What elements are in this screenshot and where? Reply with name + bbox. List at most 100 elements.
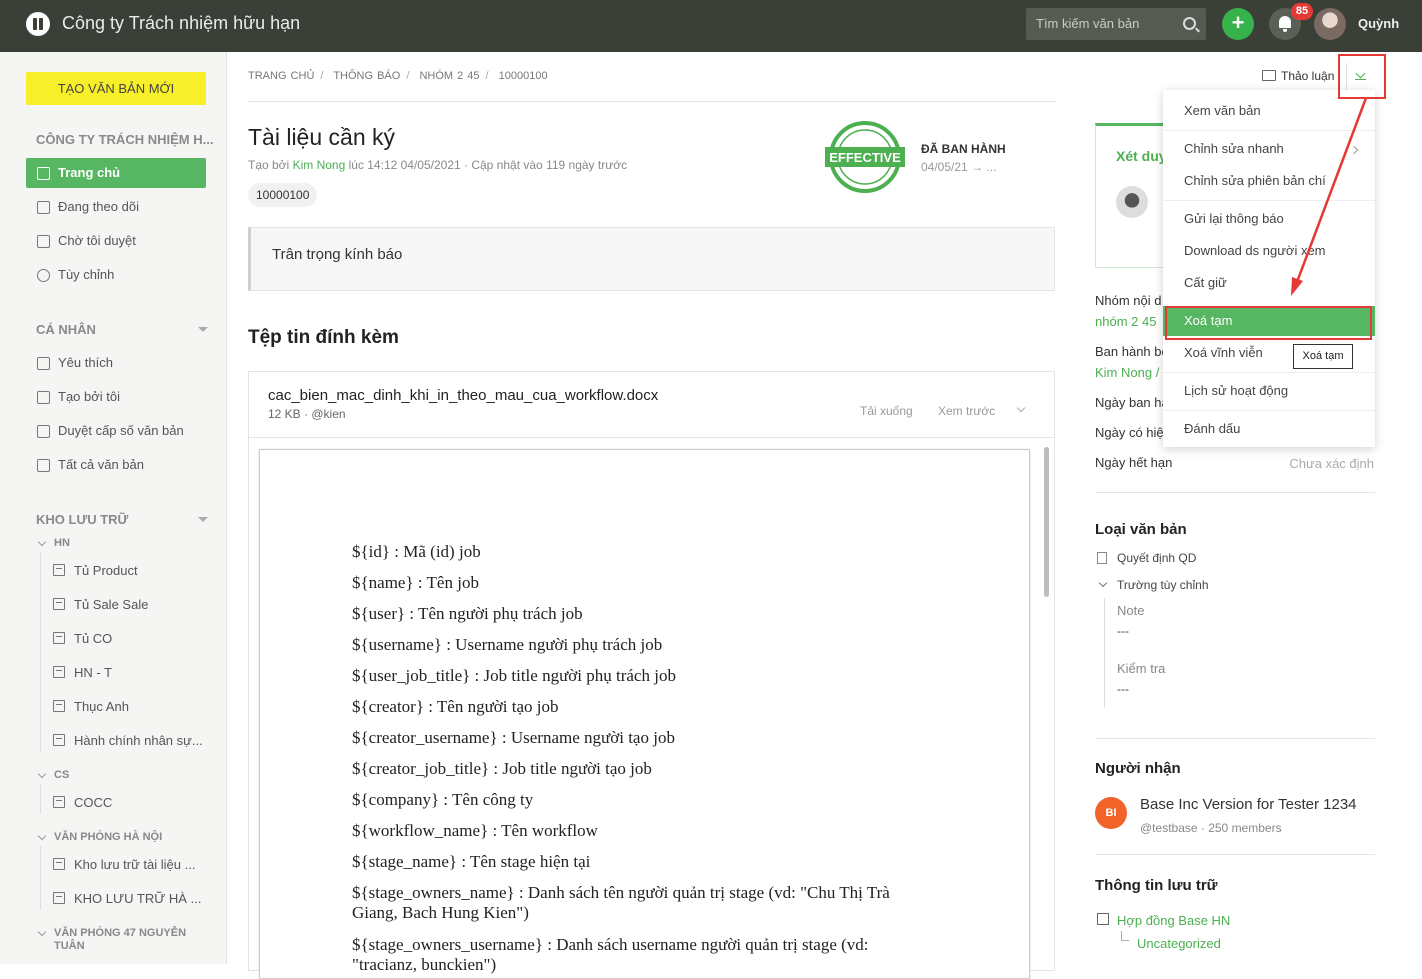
- author-link[interactable]: Kim Nong: [293, 158, 346, 172]
- preview-line: ${creator} : Tên người tạo job: [352, 697, 559, 716]
- group-value[interactable]: nhóm 2 45: [1095, 314, 1156, 329]
- expire-date-value: Chưa xác định: [1289, 456, 1374, 471]
- cabinet-icon: [53, 598, 65, 610]
- storage-group-hn[interactable]: HN: [54, 537, 70, 549]
- preview-scrollbar[interactable]: [1044, 447, 1049, 597]
- status-date: 04/05/21 → ...: [921, 160, 997, 174]
- document-preview[interactable]: ${id} : Mã (id) job ${name} : Tên job ${…: [259, 449, 1030, 979]
- section-label: CÁ NHÂN: [36, 322, 96, 337]
- storage-cabinet-link[interactable]: Hợp đồng Base HN: [1117, 913, 1230, 928]
- storage-item[interactable]: Kho lưu trữ tài liệu ...: [53, 857, 195, 872]
- gear-icon: [37, 269, 50, 282]
- storage-item[interactable]: Tủ CO: [53, 631, 113, 646]
- storage-section-title[interactable]: KHO LƯU TRỮ: [36, 512, 208, 527]
- breadcrumb-item[interactable]: TRANG CHỦ: [248, 70, 314, 82]
- storage-item-label: Tủ Product: [74, 563, 138, 578]
- top-bar: Công ty Trách nhiệm hữu hạn Tìm kiếm văn…: [0, 0, 1422, 52]
- check-label: Kiểm tra: [1117, 661, 1166, 676]
- storage-item[interactable]: COCC: [53, 795, 113, 810]
- effective-stamp: EFFECTIVE: [825, 121, 905, 193]
- file-name[interactable]: cac_bien_mac_dinh_khi_in_theo_mau_cua_wo…: [268, 387, 658, 404]
- storage-category-link[interactable]: Uncategorized: [1137, 936, 1221, 951]
- stamp-text: EFFECTIVE: [829, 150, 901, 165]
- discussion-button[interactable]: Thảo luận: [1262, 69, 1334, 83]
- menu-item-resend-notification[interactable]: Gửi lại thông báo: [1163, 204, 1375, 234]
- storage-item-label: KHO LƯU TRỮ HÀ ...: [74, 891, 202, 906]
- breadcrumb-item[interactable]: THÔNG BÁO: [333, 70, 400, 82]
- storage-item-label: Hành chính nhân sự...: [74, 733, 203, 748]
- sidebar-item-settings[interactable]: Tùy chỉnh: [26, 260, 206, 290]
- cabinet-icon: [53, 632, 65, 644]
- storage-item[interactable]: HN - T: [53, 665, 112, 680]
- chevron-down-icon[interactable]: [1098, 578, 1108, 588]
- menu-item-archive[interactable]: Cất giữ: [1163, 268, 1375, 298]
- custom-fields-toggle[interactable]: Trường tùy chỉnh: [1117, 578, 1209, 592]
- org-selector[interactable]: CÔNG TY TRÁCH NHIỆM H...: [36, 132, 213, 147]
- menu-item-activity-history[interactable]: Lịch sử hoạt động: [1163, 376, 1375, 406]
- storage-item[interactable]: Tủ Product: [53, 563, 138, 578]
- breadcrumb-item[interactable]: 10000100: [499, 70, 548, 82]
- check-value: ---: [1117, 682, 1129, 696]
- storage-group-cs[interactable]: CS: [54, 769, 69, 781]
- download-button[interactable]: Tải xuống: [860, 404, 913, 418]
- sidebar-item-home[interactable]: Trang chủ: [26, 158, 206, 188]
- annotation-highlight-box: [1165, 306, 1372, 340]
- search-icon[interactable]: [1183, 17, 1196, 30]
- divider: [248, 101, 1056, 102]
- message-box: Trân trọng kính báo: [248, 227, 1055, 291]
- storage-item-label: Tủ CO: [74, 631, 113, 646]
- document-type-heading: Loại văn bản: [1095, 521, 1187, 538]
- sidebar-item-all-documents[interactable]: Tất cả văn bản: [26, 450, 206, 480]
- recipients-heading: Người nhận: [1095, 760, 1181, 777]
- sidebar-item-approve-number[interactable]: Duyệt cấp số văn bản: [26, 416, 206, 446]
- storage-group-nguyen-tuan[interactable]: VĂN PHÒNG 47 NGUYỄN TUÂN: [54, 927, 194, 953]
- add-button[interactable]: +: [1222, 8, 1254, 40]
- issuer-value[interactable]: Kim Nong /: [1095, 365, 1159, 380]
- sidebar-item-label: Yêu thích: [58, 355, 113, 370]
- sidebar-item-created-by-me[interactable]: Tạo bởi tôi: [26, 382, 206, 412]
- menu-item-quick-edit[interactable]: Chỉnh sửa nhanh: [1163, 134, 1375, 164]
- search-input[interactable]: Tìm kiếm văn bản: [1026, 8, 1206, 40]
- cabinet-icon: [53, 734, 65, 746]
- storage-item[interactable]: Hành chính nhân sự...: [53, 733, 203, 748]
- cabinet-icon: [53, 700, 65, 712]
- preview-line: ${stage_owners_username} : Danh sách use…: [352, 935, 869, 974]
- storage-item-label: Thục Anh: [74, 699, 129, 714]
- chevron-down-icon[interactable]: [1016, 403, 1026, 413]
- recipient-avatar[interactable]: BI: [1095, 797, 1127, 829]
- preview-line: ${user} : Tên người phụ trách job: [352, 604, 583, 623]
- menu-item-download-viewers[interactable]: Download ds người xem: [1163, 236, 1375, 266]
- recipient-name[interactable]: Base Inc Version for Tester 1234: [1140, 796, 1357, 813]
- personal-section-title[interactable]: CÁ NHÂN: [36, 322, 208, 337]
- breadcrumb-item[interactable]: NHÓM 2 45: [419, 70, 479, 82]
- sidebar-item-pending[interactable]: Chờ tôi duyệt: [26, 226, 206, 256]
- sidebar-item-following[interactable]: Đang theo dõi: [26, 192, 206, 222]
- storage-group-hanoi[interactable]: VĂN PHÒNG HÀ NỘI: [54, 831, 162, 843]
- cabinet-icon: [53, 564, 65, 576]
- sidebar-item-favorites[interactable]: Yêu thích: [26, 348, 206, 378]
- issuer-label: Ban hành bở: [1095, 344, 1171, 359]
- bell-icon: [1279, 16, 1291, 32]
- menu-item-edit-version[interactable]: Chỉnh sửa phiên bản chí: [1163, 166, 1375, 196]
- sidebar-item-label: Đang theo dõi: [58, 199, 139, 214]
- following-icon: [37, 201, 50, 214]
- user-name[interactable]: Quỳnh: [1358, 16, 1399, 31]
- menu-item-bookmark[interactable]: Đánh dấu: [1163, 414, 1375, 444]
- reviewer-avatar[interactable]: [1116, 186, 1148, 218]
- actions-menu: Xem văn bản Chỉnh sửa nhanh Chỉnh sửa ph…: [1163, 90, 1375, 447]
- storage-item[interactable]: KHO LƯU TRỮ HÀ ...: [53, 891, 202, 906]
- storage-item[interactable]: Tủ Sale Sale: [53, 597, 148, 612]
- menu-item-view[interactable]: Xem văn bản: [1163, 96, 1375, 126]
- preview-button[interactable]: Xem trước: [938, 404, 995, 418]
- all-icon: [37, 459, 50, 472]
- user-avatar[interactable]: [1314, 8, 1346, 40]
- create-document-button[interactable]: TẠO VĂN BẢN MỚI: [26, 72, 206, 105]
- storage-item-label: COCC: [74, 795, 113, 810]
- attachments-heading: Tệp tin đính kèm: [248, 327, 399, 348]
- document-type-value: Quyết định QD: [1117, 551, 1197, 565]
- app-logo-icon[interactable]: [26, 12, 50, 36]
- storage-item[interactable]: Thục Anh: [53, 699, 129, 714]
- preview-line: ${user_job_title} : Job title người phụ …: [352, 666, 676, 685]
- company-name[interactable]: Công ty Trách nhiệm hữu hạn: [62, 13, 300, 34]
- tree-connector: [1121, 931, 1129, 941]
